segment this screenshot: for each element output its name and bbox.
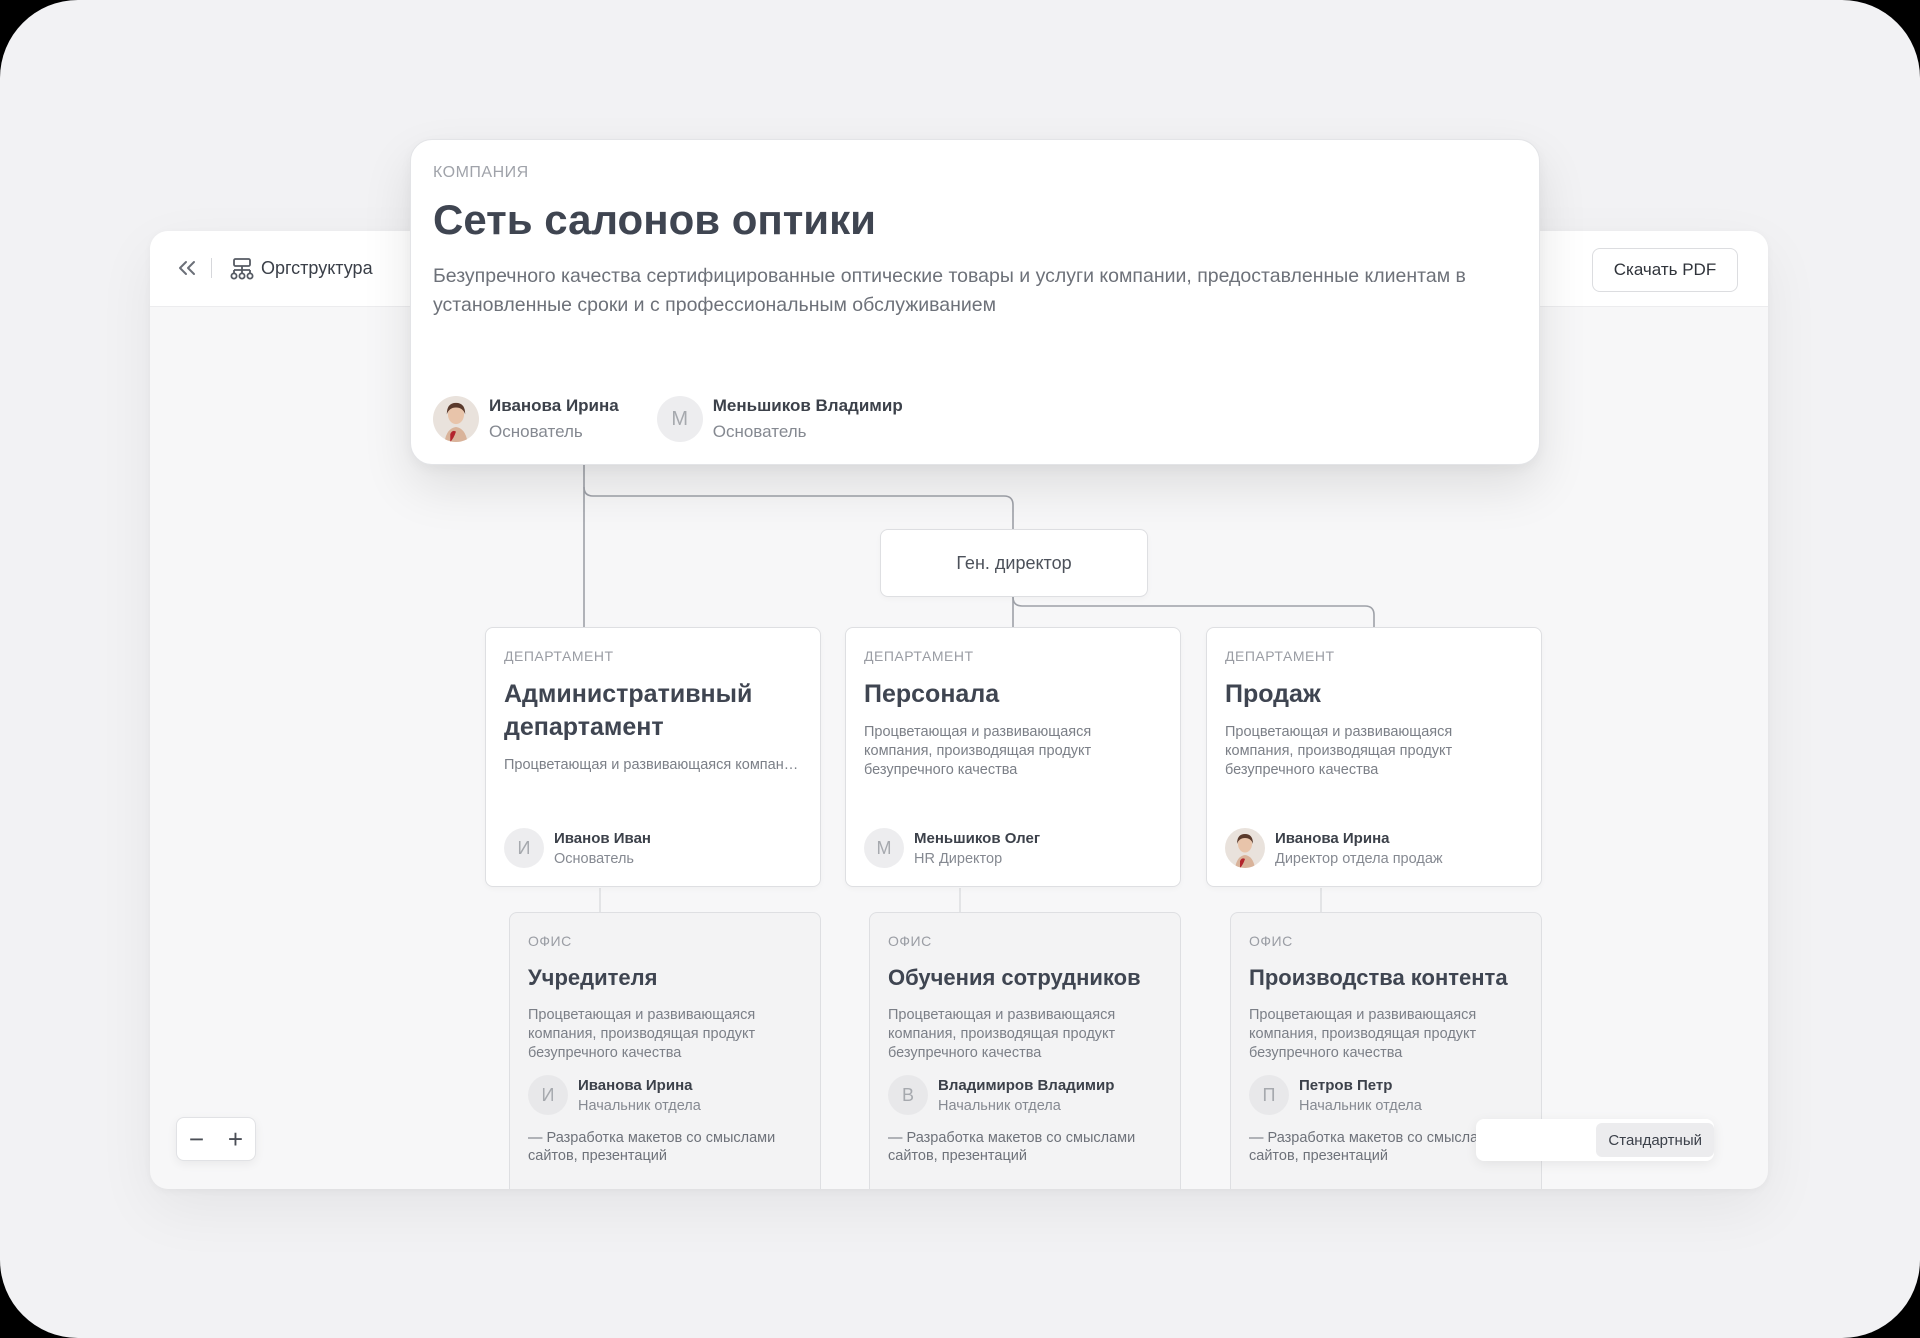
person-name: Иванова Ирина	[1275, 829, 1390, 847]
department-title: Административный департамент	[504, 680, 753, 741]
view-mode-option[interactable]: Стандартный	[1596, 1123, 1714, 1157]
department-card[interactable]: ДЕПАРТАМЕНТ Административный департамент…	[485, 627, 821, 887]
founders-list: Иванова Ирина Основатель М Меньшиков Вла…	[433, 396, 941, 442]
toolbar-divider	[211, 258, 212, 278]
office-description: Процветающая и развивающаяся компания, п…	[888, 1007, 1116, 1061]
person-name: Иванова Ирина	[489, 396, 619, 415]
office-description: Процветающая и развивающаяся компания, п…	[528, 1007, 756, 1061]
person-role: Основатель	[712, 422, 807, 441]
office-title: Учредителя	[528, 965, 658, 990]
avatar: М	[656, 396, 703, 442]
avatar: И	[504, 828, 544, 868]
avatar: М	[864, 828, 904, 868]
department-card[interactable]: ДЕПАРТАМЕНТ Персонала Процветающая и раз…	[845, 627, 1181, 887]
person-name: Иванова Ирина	[578, 1076, 693, 1094]
office-kicker: ОФИС	[528, 933, 572, 949]
screenshot-frame: Оргструктура Скачать PDF Ген. директор Д…	[0, 0, 1920, 1338]
department-kicker: ДЕПАРТАМЕНТ	[1225, 648, 1335, 664]
person-role: Основатель	[489, 422, 583, 441]
office-card[interactable]: ОФИС Обучения сотрудников Процветающая и…	[869, 912, 1181, 1189]
office-title: Производства контента	[1249, 965, 1508, 990]
person-role: Начальник отдела	[1299, 1097, 1422, 1114]
avatar	[1225, 828, 1265, 868]
person-name: Иванов Иван	[554, 829, 651, 847]
department-head: Иванова Ирина Директор отдела продаж	[1225, 828, 1443, 868]
department-kicker: ДЕПАРТАМЕНТ	[864, 648, 974, 664]
department-card[interactable]: ДЕПАРТАМЕНТ Продаж Процветающая и развив…	[1206, 627, 1542, 887]
zoom-out-button[interactable]: −	[179, 1117, 215, 1161]
department-description: Процветающая и развивающаяся компания, п…	[864, 724, 1092, 778]
zoom-in-button[interactable]: +	[218, 1117, 254, 1161]
company-kicker: КОМПАНИЯ	[433, 164, 529, 181]
founder-item[interactable]: М Меньшиков Владимир Основатель	[656, 396, 903, 442]
person-name: Меньшиков Олег	[914, 829, 1041, 847]
office-head: И Иванова Ирина Начальник отдела	[528, 1075, 802, 1115]
person-name: Петров Петр	[1299, 1076, 1393, 1094]
office-card[interactable]: ОФИС Учредителя Процветающая и развивающ…	[509, 912, 821, 1189]
department-description: Процветающая и развивающаяся компания, п…	[1225, 724, 1453, 778]
founder-item[interactable]: Иванова Ирина Основатель	[433, 396, 619, 442]
person-role: Начальник отдела	[578, 1097, 701, 1114]
department-head: М Меньшиков Олег HR Директор	[864, 828, 1040, 868]
person-name: Владимиров Владимир	[938, 1076, 1115, 1094]
org-chart-icon	[230, 258, 254, 280]
view-mode-selector[interactable]: Стандартный	[1476, 1119, 1714, 1161]
section-title[interactable]: Оргструктура	[261, 258, 373, 279]
company-description: Безупречного качества сертифицированные …	[433, 265, 1466, 316]
person-photo-icon	[1225, 828, 1265, 868]
office-head: В Владимиров Владимир Начальник отдела	[888, 1075, 1162, 1115]
office-kicker: ОФИС	[888, 933, 932, 949]
person-role: HR Директор	[914, 850, 1003, 867]
person-role: Начальник отдела	[938, 1097, 1061, 1114]
ceo-label: Ген. директор	[956, 552, 1072, 573]
department-head: И Иванов Иван Основатель	[504, 828, 651, 868]
avatar	[433, 396, 479, 442]
office-title: Обучения сотрудников	[888, 965, 1141, 990]
avatar: П	[1249, 1075, 1289, 1115]
avatar: И	[528, 1075, 568, 1115]
ceo-node[interactable]: Ген. директор	[880, 529, 1148, 597]
office-head: П Петров Петр Начальник отдела	[1249, 1075, 1523, 1115]
company-title: Сеть салонов оптики	[433, 196, 876, 243]
person-role: Директор отдела продаж	[1275, 850, 1443, 867]
zoom-control: − +	[176, 1117, 256, 1161]
department-title: Продаж	[1225, 680, 1321, 708]
person-photo-icon	[433, 396, 479, 442]
office-task: — Разработка макетов со смыслами сайтов,…	[888, 1130, 1136, 1164]
office-description: Процветающая и развивающаяся компания, п…	[1249, 1007, 1477, 1061]
department-kicker: ДЕПАРТАМЕНТ	[504, 648, 614, 664]
office-task: — Разработка макетов со смыслами сайтов,…	[528, 1130, 776, 1164]
avatar: В	[888, 1075, 928, 1115]
company-card[interactable]: КОМПАНИЯ Сеть салонов оптики Безупречног…	[410, 139, 1540, 465]
person-name: Меньшиков Владимир	[712, 396, 903, 415]
download-pdf-button[interactable]: Скачать PDF	[1592, 248, 1738, 292]
department-title: Персонала	[864, 680, 1000, 708]
double-chevron-left-icon[interactable]	[174, 255, 200, 281]
department-description: Процветающая и развивающаяся компания, п…	[504, 757, 802, 773]
office-kicker: ОФИС	[1249, 933, 1293, 949]
person-role: Основатель	[554, 850, 634, 867]
